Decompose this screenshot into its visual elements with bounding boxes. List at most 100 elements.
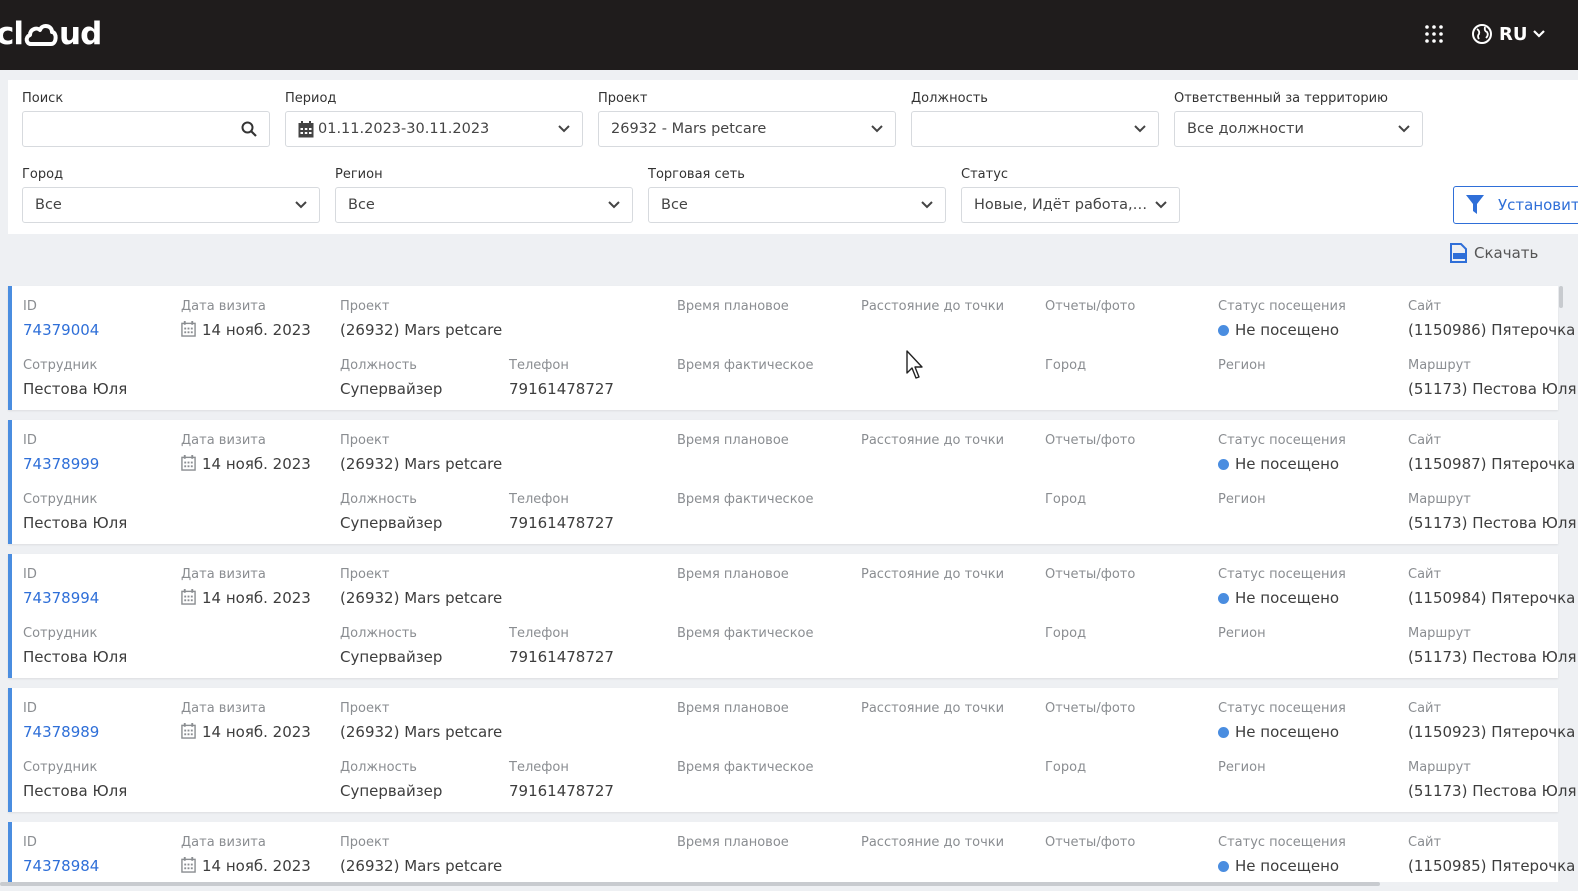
logo[interactable]: cl ud — [0, 14, 102, 54]
visit-id-link[interactable]: 74378999 — [23, 455, 99, 473]
position-value: Супервайзер — [340, 514, 443, 532]
visit-date-label: Дата визита — [181, 701, 266, 716]
project-select[interactable]: 26932 - Mars petcare — [598, 111, 896, 147]
time-fact-label: Время фактическое — [677, 358, 814, 373]
chevron-down-icon — [1398, 125, 1410, 133]
chain-select[interactable]: Все — [648, 187, 946, 223]
position-label: Должность — [340, 492, 417, 507]
language-selector[interactable]: RU — [1471, 21, 1546, 47]
id-label: ID — [23, 299, 37, 314]
vertical-scrollbar[interactable] — [1559, 286, 1563, 308]
responsible-select[interactable]: Все должности — [1174, 111, 1423, 147]
top-bar: cl ud RU — [0, 0, 1578, 70]
position-select[interactable] — [911, 111, 1159, 147]
visit-date: 14 нояб. 2023 — [181, 321, 311, 339]
visit-date-value: 14 нояб. 2023 — [202, 455, 311, 473]
visit-id-link[interactable]: 74378994 — [23, 589, 99, 607]
position-value: Супервайзер — [340, 782, 443, 800]
region-label: Регион — [1218, 626, 1266, 641]
employee-value: Пестова Юля — [23, 782, 128, 800]
visit-card[interactable]: ID 74379004 Дата визита 14 нояб. 2023 Пр… — [8, 286, 1576, 410]
visit-date-value: 14 нояб. 2023 — [202, 321, 311, 339]
phone-value: 79161478727 — [509, 648, 614, 666]
mouse-cursor-icon — [906, 350, 923, 379]
employee-label: Сотрудник — [23, 358, 98, 373]
city-select[interactable]: Все — [22, 187, 320, 223]
city-label: Город — [22, 167, 64, 182]
status-dot — [1218, 459, 1229, 470]
time-plan-label: Время плановое — [677, 299, 789, 314]
visit-card[interactable]: ID 74378994 Дата визита 14 нояб. 2023 Пр… — [8, 554, 1576, 678]
position-value: Супервайзер — [340, 648, 443, 666]
route-value: (51173) Пестова Юля — [1408, 648, 1577, 666]
visit-status-value: Не посещено — [1235, 455, 1340, 473]
employee-label: Сотрудник — [23, 760, 98, 775]
position-value: Супервайзер — [340, 380, 443, 398]
responsible-label: Ответственный за территорию — [1174, 91, 1388, 106]
visit-date: 14 нояб. 2023 — [181, 723, 311, 741]
site-value: (1150987) Пятерочка — [1408, 455, 1576, 473]
logo-text-right: ud — [59, 16, 102, 52]
apply-filters-button[interactable]: Установить — [1453, 186, 1578, 224]
visit-id-link[interactable]: 74379004 — [23, 321, 99, 339]
responsible-value: Все должности — [1187, 121, 1304, 137]
city-label: Город — [1045, 358, 1087, 373]
position-label: Должность — [340, 626, 417, 641]
visit-status-value: Не посещено — [1235, 589, 1340, 607]
reports-label: Отчеты/фото — [1045, 299, 1136, 314]
time-fact-label: Время фактическое — [677, 760, 814, 775]
position-label: Должность — [911, 91, 988, 106]
search-input[interactable] — [35, 120, 241, 138]
status-dot — [1218, 325, 1229, 336]
visit-id-link[interactable]: 74378989 — [23, 723, 99, 741]
status-value: Новые, Идёт работа, За... — [974, 197, 1149, 213]
project-label: Проект — [340, 835, 390, 850]
filter-icon — [1466, 195, 1484, 214]
reports-label: Отчеты/фото — [1045, 835, 1136, 850]
status-select[interactable]: Новые, Идёт работа, За... — [961, 187, 1180, 223]
calendar-icon — [298, 120, 314, 137]
site-value: (1150985) Пятерочка — [1408, 857, 1576, 875]
visit-status: Не посещено — [1218, 857, 1339, 875]
route-label: Маршрут — [1408, 760, 1471, 775]
visit-date-label: Дата визита — [181, 835, 266, 850]
project-label: Проект — [340, 567, 390, 582]
employee-value: Пестова Юля — [23, 380, 128, 398]
id-label: ID — [23, 567, 37, 582]
site-value: (1150986) Пятерочка — [1408, 321, 1576, 339]
status-dot — [1218, 593, 1229, 604]
calendar-icon — [181, 455, 196, 471]
visit-card[interactable]: ID 74378984 Дата визита 14 нояб. 2023 Пр… — [8, 822, 1575, 882]
project-value: (26932) Mars petcare — [340, 589, 503, 607]
search-icon[interactable] — [241, 121, 257, 137]
grid-icon[interactable] — [1424, 24, 1444, 44]
chevron-down-icon — [608, 201, 620, 209]
site-label: Сайт — [1408, 299, 1442, 314]
visit-date: 14 нояб. 2023 — [181, 857, 311, 875]
status-dot — [1218, 727, 1229, 738]
chevron-down-icon — [871, 125, 883, 133]
visit-card[interactable]: ID 74378989 Дата визита 14 нояб. 2023 Пр… — [8, 688, 1576, 812]
visit-card[interactable]: ID 74378999 Дата визита 14 нояб. 2023 Пр… — [8, 420, 1576, 544]
time-fact-label: Время фактическое — [677, 492, 814, 507]
visit-status: Не посещено — [1218, 455, 1339, 473]
visit-id-link[interactable]: 74378984 — [23, 857, 99, 875]
download-button[interactable]: Скачать — [1450, 242, 1538, 264]
visit-status-value: Не посещено — [1235, 723, 1340, 741]
region-select[interactable]: Все — [335, 187, 633, 223]
chevron-down-icon — [1155, 201, 1167, 209]
region-value: Все — [348, 197, 375, 213]
position-label: Должность — [340, 760, 417, 775]
period-select[interactable]: 01.11.2023-30.11.2023 — [285, 111, 583, 147]
project-value: (26932) Mars petcare — [340, 321, 503, 339]
horizontal-scrollbar[interactable] — [0, 882, 1380, 886]
chain-label: Торговая сеть — [648, 167, 745, 182]
visit-status: Не посещено — [1218, 723, 1339, 741]
time-plan-label: Время плановое — [677, 701, 789, 716]
visit-date-value: 14 нояб. 2023 — [202, 589, 311, 607]
logo-text-left: cl — [0, 16, 24, 52]
visit-status: Не посещено — [1218, 321, 1339, 339]
search-field[interactable] — [22, 111, 270, 147]
distance-label: Расстояние до точки — [861, 701, 1005, 716]
calendar-icon — [181, 589, 196, 605]
